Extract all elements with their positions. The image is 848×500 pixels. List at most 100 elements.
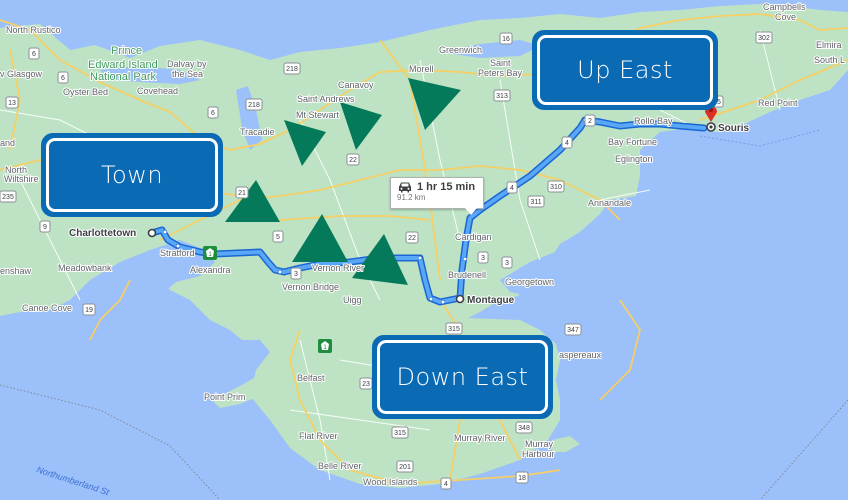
label-gaspereaux: aspereaux	[559, 350, 602, 360]
route-shield: 23	[359, 377, 373, 390]
route-shield: 2	[584, 114, 596, 127]
label-saint-peters: Saint	[490, 58, 511, 68]
label-alexandra: Alexandra	[190, 265, 231, 275]
label-murray-harbour: Murray	[525, 439, 554, 449]
route-shield: 3	[477, 251, 489, 264]
label-eglington: Eglington	[615, 154, 653, 164]
stop-marker[interactable]	[455, 294, 465, 304]
label-canoe-cove: Canoe Cove	[22, 303, 72, 313]
label-dalvay: the Sea	[172, 69, 203, 79]
svg-text:21: 21	[238, 190, 246, 197]
route-summary-badge[interactable]: 1 hr 15 min 91.2 km	[390, 177, 484, 215]
car-icon	[399, 182, 411, 193]
svg-text:3: 3	[294, 271, 298, 278]
svg-text:6: 6	[211, 110, 215, 117]
label-flat-river: Flat River	[299, 431, 338, 441]
route-shield: 348	[515, 421, 533, 434]
route-shield: 3	[290, 267, 302, 280]
label-vernon-bridge: Vernon Bridge	[282, 282, 339, 292]
svg-text:348: 348	[518, 425, 530, 432]
label-park: National Park	[90, 71, 157, 83]
route-shield: 347	[564, 323, 582, 336]
label-montague: Montague	[467, 295, 515, 306]
label-bay-fortune: Bay Fortune	[608, 137, 657, 147]
region-label-town: Town	[41, 133, 223, 217]
region-label-up-east: Up East	[532, 30, 718, 110]
label-tracadie: Tracadie	[240, 127, 275, 137]
svg-text:315: 315	[394, 430, 406, 437]
route-shield: 310	[547, 180, 565, 193]
svg-text:201: 201	[399, 464, 411, 471]
label-uigg: Uigg	[343, 295, 362, 305]
svg-text:235: 235	[2, 194, 14, 201]
label-canavoy: Canavoy	[338, 80, 374, 90]
label-saint-andrews: Saint Andrews	[297, 94, 355, 104]
route-distance: 91.2 km	[397, 193, 426, 202]
label-elmira: Elmira	[816, 40, 842, 50]
route-duration: 1 hr 15 min	[417, 181, 476, 193]
label-campbells-cove: Cove	[775, 12, 796, 22]
route-shield: 313	[493, 89, 511, 102]
label-annandale: Annandale	[588, 198, 631, 208]
svg-text:13: 13	[8, 100, 16, 107]
label-north-rustico: North Rustico	[6, 25, 61, 35]
label-dalvay: Dalvay by	[167, 59, 207, 69]
label-mt-stewart: Mt Stewart	[296, 110, 340, 120]
route-shield: 218	[245, 98, 263, 111]
svg-text:19: 19	[85, 307, 93, 314]
tch-shield: 1	[203, 246, 217, 260]
svg-text:347: 347	[567, 327, 579, 334]
label-belle-river: Belle River	[318, 461, 362, 471]
svg-text:6: 6	[61, 75, 65, 82]
tch-shield: 1	[318, 339, 332, 353]
svg-text:22: 22	[408, 235, 416, 242]
label-morell: Morell	[409, 64, 434, 74]
label-campbells-cove: Campbells	[763, 2, 806, 12]
svg-text:311: 311	[530, 199, 541, 206]
region-label-down-east: Down East	[372, 335, 553, 419]
route-shield: 16	[499, 32, 513, 45]
route-shield: 22	[405, 231, 419, 244]
label-souris: Souris	[718, 123, 750, 134]
label-rollo-bay: Rollo Bay	[634, 116, 673, 126]
label-park: Prince	[111, 45, 142, 57]
label-brudenell: Brudenell	[448, 270, 486, 280]
svg-text:4: 4	[565, 140, 569, 147]
label-charlottetown: Charlottetown	[69, 228, 136, 239]
svg-text:5: 5	[276, 234, 280, 241]
svg-text:3: 3	[481, 255, 485, 262]
svg-text:18: 18	[518, 475, 526, 482]
map-canvas[interactable]: North Rustico Prince Edward Island Natio…	[0, 0, 848, 500]
route-shield: 5	[272, 230, 284, 243]
route-shield: 19	[82, 303, 96, 316]
route-shield: 22	[346, 153, 360, 166]
route-shield: 4	[561, 136, 573, 149]
svg-text:23: 23	[362, 381, 370, 388]
route-shield: 201	[396, 460, 414, 473]
route-shield: 235	[0, 190, 17, 203]
label-meadowbank: Meadowbank	[58, 263, 112, 273]
route-shield: 218	[283, 62, 301, 75]
svg-text:310: 310	[550, 184, 562, 191]
region-label-text: Up East	[577, 56, 673, 84]
label-belfast: Belfast	[297, 373, 325, 383]
label-greenwich: Greenwich	[439, 45, 482, 55]
route-shield: 302	[755, 31, 773, 44]
label-saint-peters: Peters Bay	[478, 68, 523, 78]
svg-text:315: 315	[448, 326, 460, 333]
label-georgetown: Georgetown	[505, 277, 554, 287]
route-shield: 3	[501, 256, 513, 269]
svg-text:4: 4	[510, 185, 514, 192]
route-shield: 18	[515, 471, 529, 484]
label-stratford: Stratford	[160, 248, 195, 258]
svg-text:22: 22	[349, 157, 357, 164]
svg-text:6: 6	[32, 51, 36, 58]
route-shield: 311	[527, 195, 545, 208]
origin-marker[interactable]	[147, 228, 157, 238]
label-new-glasgow: v Glasgow	[0, 69, 43, 79]
label-oyster-bed: Oyster Bed	[63, 87, 108, 97]
route-shield: 21	[235, 186, 249, 199]
svg-text:2: 2	[588, 118, 592, 125]
label-point-prim: Point Prim	[204, 392, 246, 402]
label-murray-river: Murray River	[454, 433, 506, 443]
